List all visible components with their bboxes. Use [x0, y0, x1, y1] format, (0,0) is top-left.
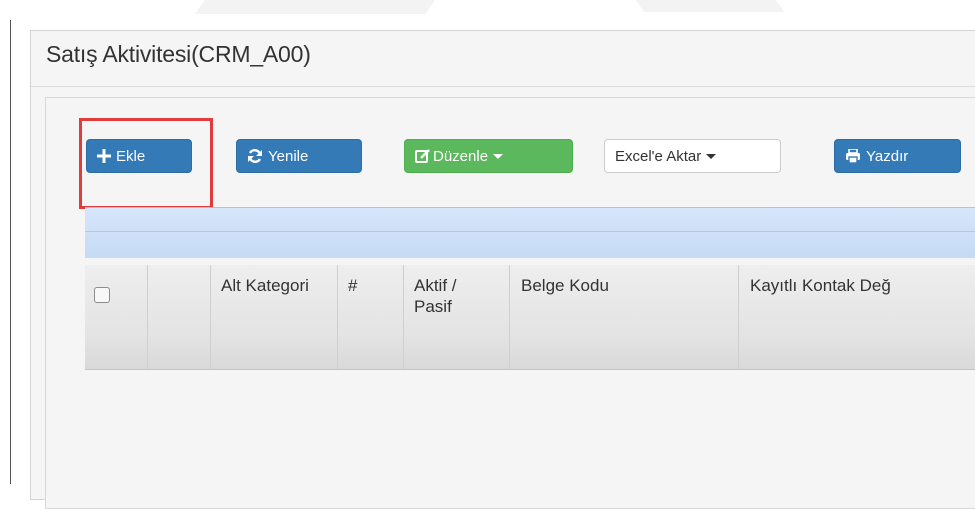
header-label: Belge Kodu: [521, 276, 609, 295]
watermark-shape: [635, 0, 785, 12]
table-header: Alt Kategori # Aktif / Pasif Belge Kodu …: [85, 265, 975, 370]
header-label: Alt Kategori: [221, 276, 309, 295]
export-excel-button[interactable]: Excel'e Aktar: [604, 139, 781, 173]
export-button-label: Excel'e Aktar: [615, 147, 702, 165]
print-icon: [845, 148, 861, 164]
watermark-shape: [195, 0, 435, 14]
print-button-label: Yazdır: [866, 147, 909, 165]
header-label: Aktif / Pasif: [414, 276, 457, 316]
header-col-aktif-pasif[interactable]: Aktif / Pasif: [403, 265, 509, 369]
edit-icon: [415, 148, 431, 164]
header-col-number[interactable]: #: [337, 265, 403, 369]
title-divider: [31, 86, 975, 87]
header-label: Kayıtlı Kontak Değ: [750, 276, 891, 295]
refresh-button[interactable]: Yenile: [236, 139, 362, 173]
header-col-belge-kodu[interactable]: Belge Kodu: [509, 265, 738, 369]
caret-down-icon: [706, 153, 717, 159]
select-all-checkbox[interactable]: [94, 287, 110, 303]
header-col-kayitli-kontak[interactable]: Kayıtlı Kontak Değ: [738, 265, 975, 369]
edit-button-label: Düzenle: [433, 147, 489, 165]
refresh-button-label: Yenile: [268, 147, 309, 165]
edit-button[interactable]: Düzenle: [404, 139, 573, 173]
grid-toolbar-divider: [85, 231, 975, 232]
header-col-alt-kategori[interactable]: Alt Kategori: [210, 265, 337, 369]
refresh-icon: [247, 148, 263, 164]
header-col-empty: [147, 265, 210, 369]
header-select-all[interactable]: [85, 265, 147, 369]
header-label: #: [348, 276, 358, 295]
caret-down-icon: [493, 153, 504, 159]
page-title: Satış Aktivitesi(CRM_A00): [46, 41, 311, 67]
highlight-box: [79, 118, 213, 209]
grid-toolbar: [85, 207, 975, 258]
window-edge: [10, 20, 11, 484]
print-button[interactable]: Yazdır: [834, 139, 961, 173]
